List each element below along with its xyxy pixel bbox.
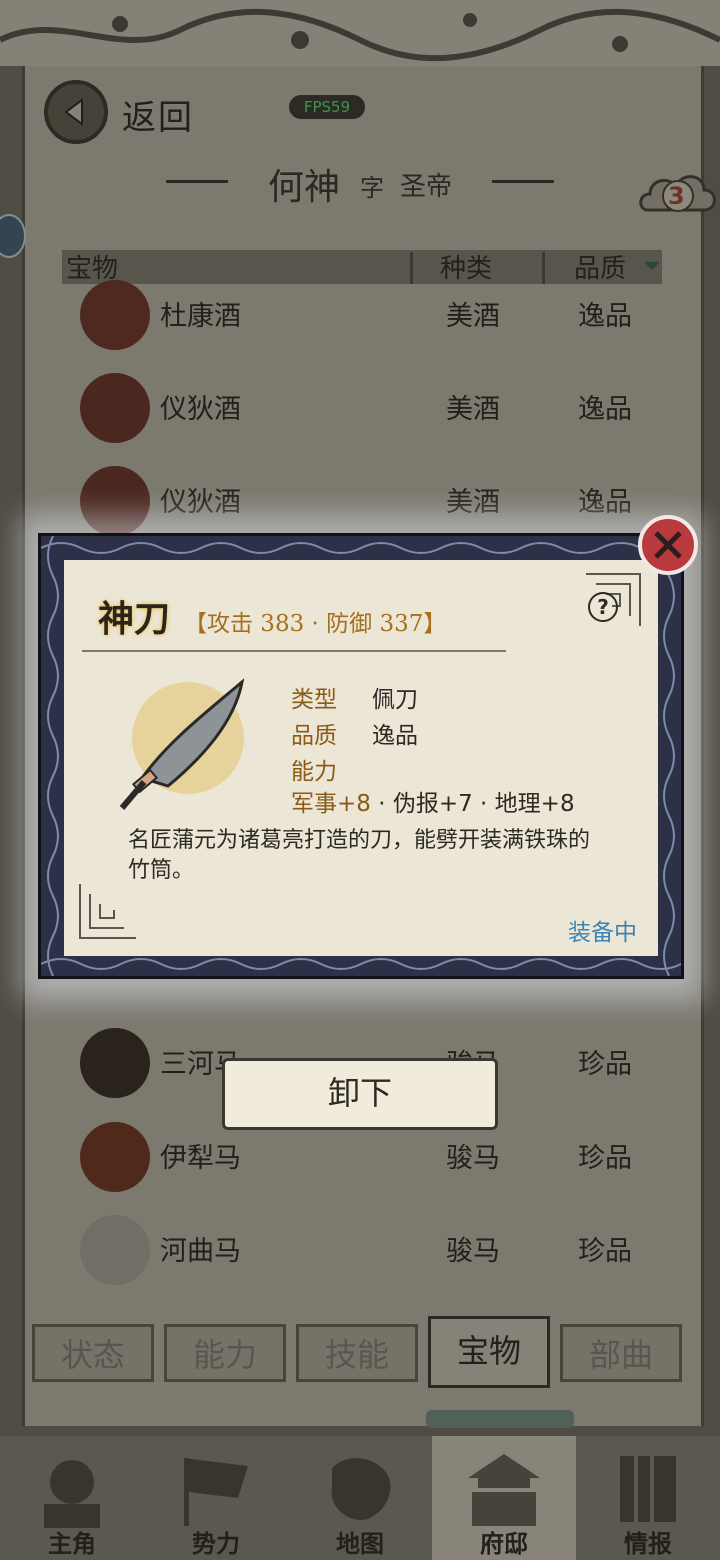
equipped-status: 装备中 [568,920,637,946]
quality-label: 品质 [291,723,337,749]
ability-others: · 伪报+7 · 地理+8 [370,791,575,817]
type-label: 类型 [291,687,337,713]
item-description: 名匠蒲元为诸葛亮打造的刀，能劈开装满铁珠的竹筒。 [128,828,591,883]
ability-label: 能力 [291,759,337,785]
type-value: 佩刀 [372,687,418,713]
sabre-icon [119,678,245,810]
ability-military: 军事+8 [291,791,371,817]
corner-fret-icon [79,884,136,939]
close-icon [654,531,682,559]
item-stats: 【攻击 383 · 防御 337】 [184,611,447,637]
item-title: 神刀 [98,598,171,640]
unequip-button[interactable]: 卸下 [222,1058,498,1130]
quality-value: 逸品 [372,723,418,749]
close-button[interactable] [638,515,698,575]
help-icon[interactable]: ? [588,592,618,622]
ability-values: 军事+8 · 伪报+7 · 地理+8 [291,784,575,818]
title-divider [82,650,506,652]
